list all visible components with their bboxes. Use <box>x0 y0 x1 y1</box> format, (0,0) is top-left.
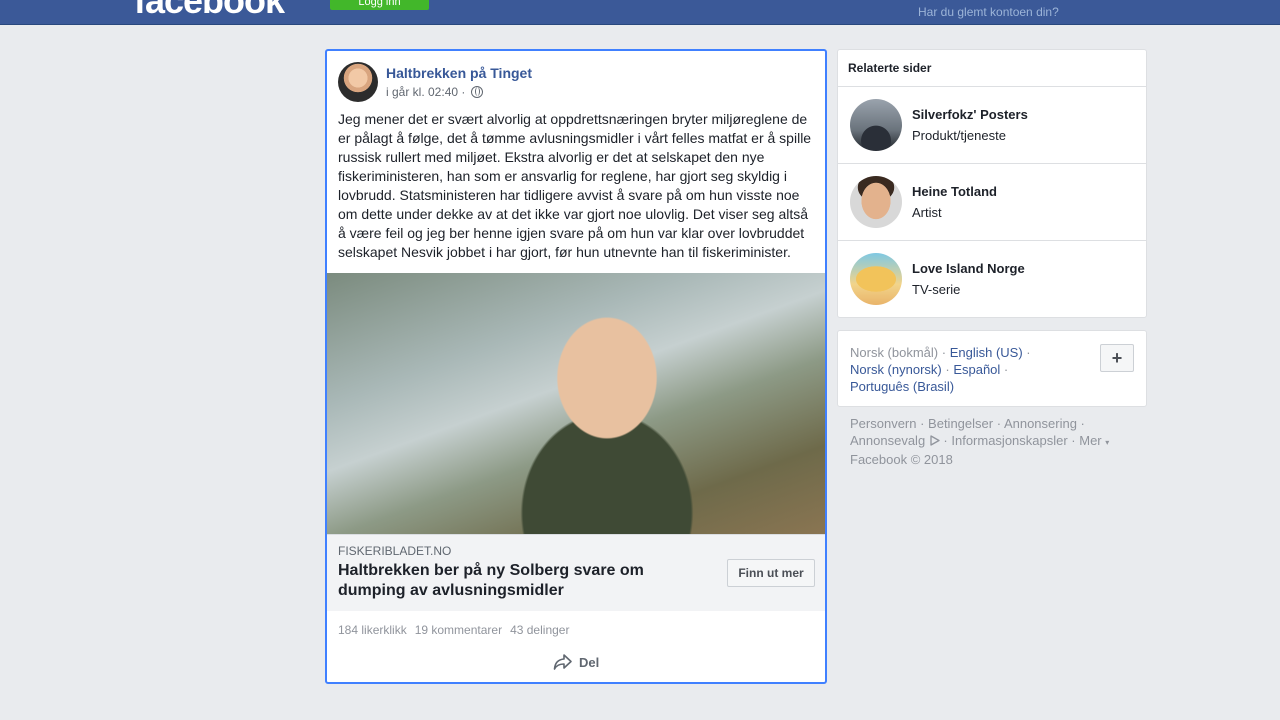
language-list: Norsk (bokmål) · English (US) · Norsk (n… <box>850 345 1031 394</box>
top-bar: facebook Logg inn Har du glemt kontoen d… <box>0 0 1280 25</box>
related-page-name[interactable]: Love Island Norge <box>912 261 1025 276</box>
post-meta: i går kl. 02:40 · <box>386 85 484 99</box>
footer-link-advertising[interactable]: Annonsering <box>1004 416 1077 431</box>
forgot-account-link[interactable]: Har du glemt kontoen din? <box>918 5 1059 19</box>
footer-link-privacy[interactable]: Personvern <box>850 416 916 431</box>
related-page-name[interactable]: Heine Totland <box>912 184 997 199</box>
page-name-link[interactable]: Haltbrekken på Tinget <box>386 65 532 81</box>
related-pages: Relaterte sider Silverfokz' Posters Prod… <box>837 49 1147 318</box>
related-page-item[interactable]: Love Island Norge TV-serie <box>838 241 1146 317</box>
post-link-image[interactable] <box>327 273 825 534</box>
page-avatar[interactable] <box>338 62 378 102</box>
related-page-category: TV-serie <box>912 282 961 297</box>
related-page-name[interactable]: Silverfokz' Posters <box>912 107 1028 122</box>
footer-links: Personvern · Betingelser · Annonsering ·… <box>850 416 1110 467</box>
language-link[interactable]: Norsk (nynorsk) <box>850 362 942 377</box>
caret-down-icon[interactable]: ▾ <box>1105 438 1109 447</box>
login-button[interactable]: Logg inn <box>330 0 429 10</box>
footer-link-terms[interactable]: Betingelser <box>928 416 993 431</box>
post-stats: 184 likerklikk 19 kommentarer 43 delinge… <box>338 623 569 637</box>
post-card: Haltbrekken på Tinget i går kl. 02:40 · … <box>325 49 827 684</box>
related-page-item[interactable]: Heine Totland Artist <box>838 164 1146 241</box>
copyright: Facebook © 2018 <box>850 452 953 467</box>
related-page-avatar[interactable] <box>850 253 902 305</box>
post-text: Jeg mener det er svært alvorlig at oppdr… <box>338 111 812 260</box>
adchoices-icon[interactable] <box>929 435 940 446</box>
footer-link-adchoices[interactable]: Annonsevalg <box>850 433 925 448</box>
comments-count[interactable]: 19 kommentarer <box>415 623 502 637</box>
related-page-avatar[interactable] <box>850 99 902 151</box>
current-language: Norsk (bokmål) · <box>850 345 947 360</box>
link-preview[interactable]: FISKERIBLADET.NO Haltbrekken ber på ny S… <box>327 534 825 611</box>
language-selector: Norsk (bokmål) · English (US) · Norsk (n… <box>837 330 1147 407</box>
related-page-avatar[interactable] <box>850 176 902 228</box>
related-pages-header: Relaterte sider <box>838 50 1146 87</box>
share-icon <box>553 654 572 670</box>
related-page-category: Produkt/tjeneste <box>912 128 1006 143</box>
globe-icon[interactable] <box>471 86 484 98</box>
related-page-item[interactable]: Silverfokz' Posters Produkt/tjeneste <box>838 87 1146 164</box>
likes-count[interactable]: 184 likerklikk <box>338 623 407 637</box>
link-title[interactable]: Haltbrekken ber på ny Solberg svare om d… <box>338 561 698 601</box>
footer-link-more[interactable]: Mer <box>1079 433 1101 448</box>
more-languages-button[interactable]: + <box>1100 344 1134 372</box>
shares-count[interactable]: 43 delinger <box>510 623 569 637</box>
learn-more-button[interactable]: Finn ut mer <box>727 559 815 587</box>
post-timestamp[interactable]: i går kl. 02:40 · <box>386 85 465 99</box>
link-domain: FISKERIBLADET.NO <box>338 544 452 558</box>
share-label: Del <box>579 654 600 670</box>
footer-link-cookies[interactable]: Informasjonskapsler <box>951 433 1067 448</box>
language-link[interactable]: Español <box>953 362 1000 377</box>
related-page-category: Artist <box>912 205 942 220</box>
facebook-logo[interactable]: facebook <box>134 0 285 22</box>
language-link[interactable]: English (US) <box>950 345 1023 360</box>
share-button[interactable]: Del <box>553 653 599 671</box>
language-link[interactable]: Português (Brasil) <box>850 379 954 394</box>
